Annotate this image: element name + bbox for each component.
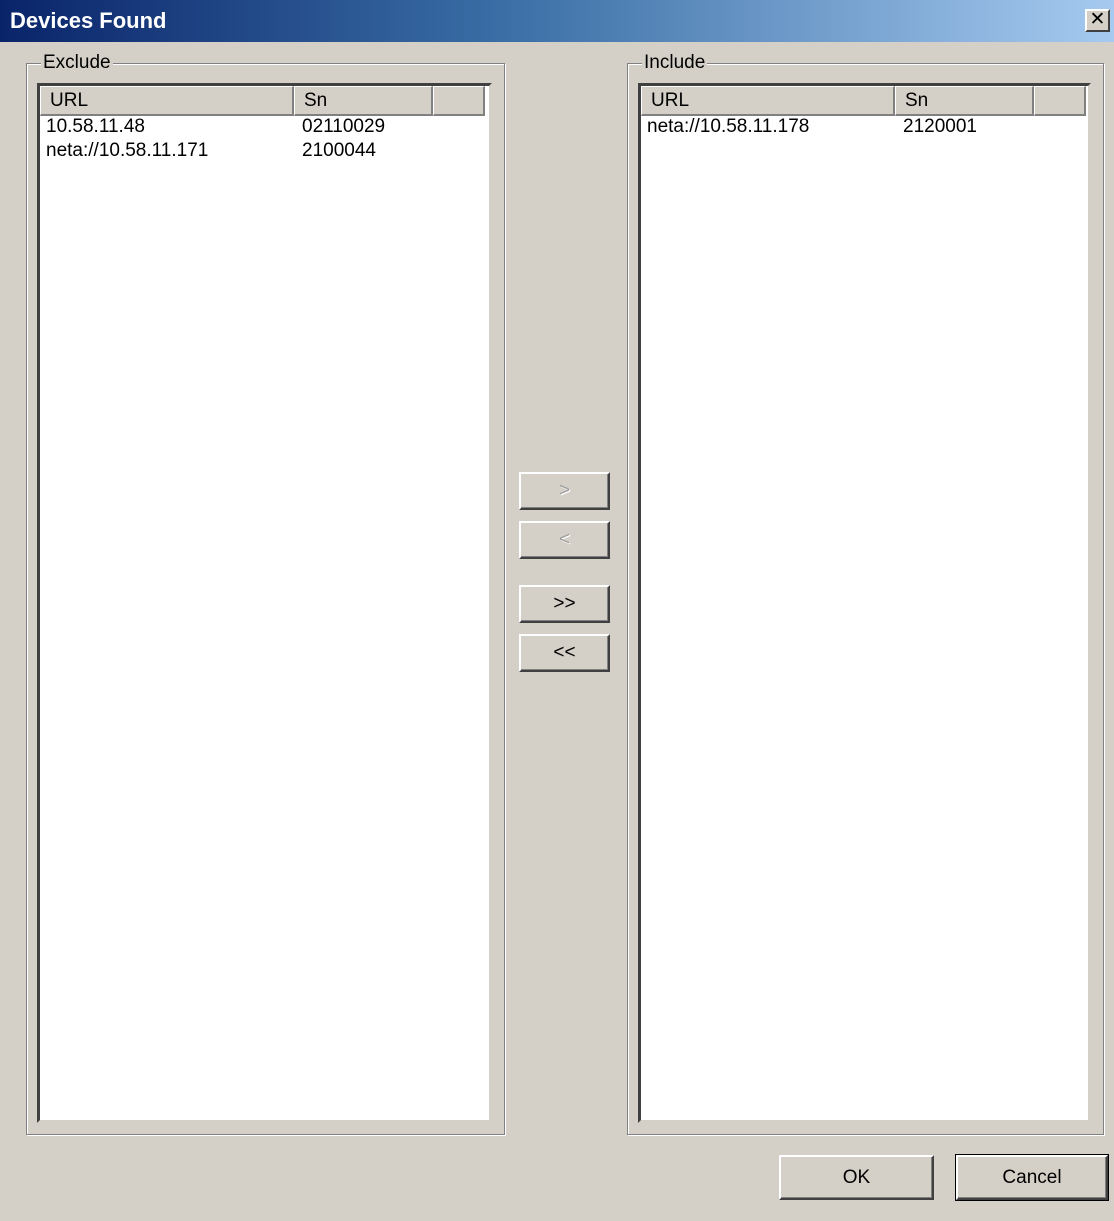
include-list[interactable]: URL Sn neta://10.58.11.178 2120001 xyxy=(638,83,1091,1123)
include-column-sn[interactable]: Sn xyxy=(895,86,1034,116)
row-sn: 2120001 xyxy=(903,116,977,137)
move-right-button[interactable]: > xyxy=(519,472,610,510)
row-url: 10.58.11.48 xyxy=(46,116,145,137)
list-item[interactable]: 10.58.11.48 02110029 xyxy=(40,116,489,140)
row-url: neta://10.58.11.178 xyxy=(647,116,810,137)
exclude-column-filler[interactable] xyxy=(433,86,485,116)
include-column-filler[interactable] xyxy=(1034,86,1086,116)
include-list-header: URL Sn xyxy=(641,86,1086,116)
row-sn: 2100044 xyxy=(302,140,376,161)
list-item[interactable]: neta://10.58.11.178 2120001 xyxy=(641,116,1088,140)
exclude-list-header: URL Sn xyxy=(40,86,485,116)
exclude-group: Exclude URL Sn 10.58.11.48 02110029 neta… xyxy=(26,52,505,1135)
move-all-right-button[interactable]: >> xyxy=(519,585,610,623)
cancel-button[interactable]: Cancel xyxy=(955,1154,1109,1201)
exclude-column-sn[interactable]: Sn xyxy=(294,86,433,116)
window-title: Devices Found xyxy=(10,8,167,33)
include-label: Include xyxy=(642,52,708,74)
row-url: neta://10.58.11.171 xyxy=(46,140,209,161)
close-icon: ✕ xyxy=(1089,9,1106,30)
ok-button[interactable]: OK xyxy=(779,1155,934,1200)
title-bar: Devices Found ✕ xyxy=(0,0,1114,42)
exclude-column-url[interactable]: URL xyxy=(40,86,294,116)
include-column-url[interactable]: URL xyxy=(641,86,895,116)
move-left-button[interactable]: < xyxy=(519,521,610,559)
exclude-label: Exclude xyxy=(41,52,113,74)
close-button[interactable]: ✕ xyxy=(1085,9,1110,32)
row-sn: 02110029 xyxy=(302,116,386,137)
include-group: Include URL Sn neta://10.58.11.178 21200… xyxy=(627,52,1104,1135)
move-all-left-button[interactable]: << xyxy=(519,634,610,672)
list-item[interactable]: neta://10.58.11.171 2100044 xyxy=(40,140,489,164)
exclude-list[interactable]: URL Sn 10.58.11.48 02110029 neta://10.58… xyxy=(37,83,492,1123)
